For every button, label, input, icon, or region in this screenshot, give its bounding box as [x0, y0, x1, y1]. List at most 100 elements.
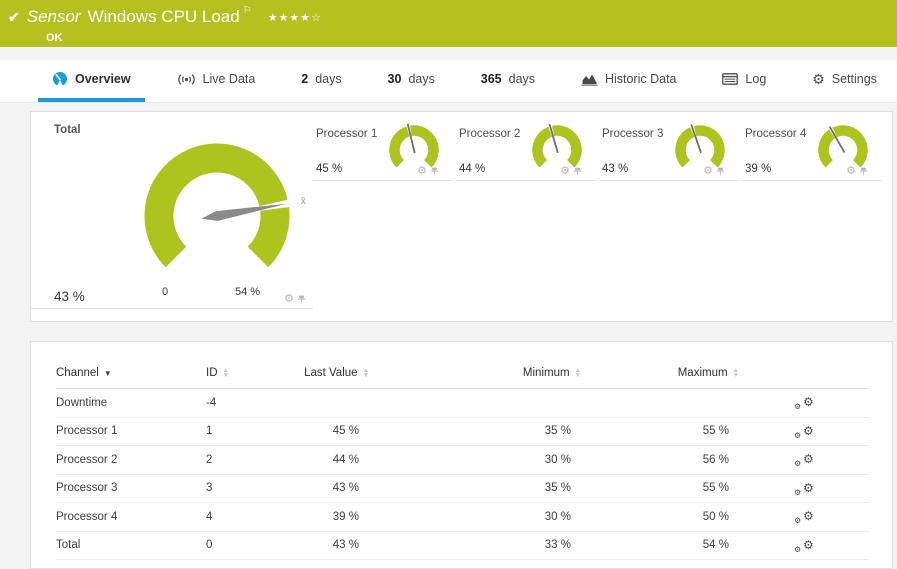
- svg-text:x̄: x̄: [301, 196, 306, 207]
- star-empty[interactable]: ☆: [311, 12, 322, 24]
- live-data-icon: [177, 73, 195, 85]
- cell-maximum: [581, 388, 739, 418]
- cell-channel: Processor 2: [56, 445, 206, 475]
- col-label: Last Value: [304, 367, 358, 379]
- cell-id: 0: [206, 531, 294, 560]
- sort-desc-icon[interactable]: ▼: [104, 369, 112, 378]
- tab-number: 365: [480, 72, 502, 86]
- tab-label: Overview: [75, 72, 131, 86]
- gauge-settings-icon[interactable]: ⚙: [846, 166, 856, 177]
- tab-overview[interactable]: Overview: [38, 60, 145, 102]
- cell-channel: Total: [56, 531, 206, 560]
- cell-channel: Processor 3: [56, 474, 206, 503]
- cell-minimum: 35 %: [369, 474, 581, 503]
- pin-icon[interactable]: [430, 167, 439, 177]
- cell-last-value: [294, 388, 369, 418]
- gauge-settings-icon[interactable]: ⚙: [417, 166, 427, 177]
- col-label: ID: [206, 367, 218, 379]
- col-label: Minimum: [522, 367, 570, 379]
- gauges-panel: Total x̄ 0 54 % 43 % ⚙ Processor 1 45 % …: [30, 111, 893, 322]
- tab-label: days: [408, 72, 435, 86]
- channel-settings-icon[interactable]: ⚙ ⚙: [789, 482, 814, 497]
- gauge-cell-processor-3: Processor 3 43 % ⚙: [599, 118, 739, 181]
- cell-maximum: 54 %: [581, 531, 739, 560]
- mini-gauges-row: Processor 1 45 % ⚙ Processor 2 44 % ⚙ Pr…: [313, 118, 885, 181]
- tab-label: Settings: [831, 72, 877, 86]
- col-header-last-value[interactable]: Last Value ▲ ▼: [294, 362, 369, 389]
- table-header-row: Channel ▼ ID ▲ ▼ Last Value ▲ ▼ Minimum ▲ ▼ Max…: [56, 362, 869, 389]
- cell-last-value: 45 %: [294, 417, 369, 446]
- cell-maximum: 56 %: [581, 445, 739, 475]
- gauge-title: Total: [54, 124, 81, 136]
- tab-live-data[interactable]: Live Data: [163, 60, 270, 102]
- gauge-settings-icon[interactable]: ⚙: [560, 166, 570, 177]
- tab-2-days[interactable]: 2 days: [287, 60, 355, 102]
- gauge-title: Processor 1: [316, 128, 378, 140]
- cell-maximum: 50 %: [581, 502, 739, 532]
- channels-table: Channel ▼ ID ▲ ▼ Last Value ▲ ▼ Minimum ▲ ▼ Max…: [56, 362, 869, 560]
- cell-last-value: 43 %: [294, 474, 369, 503]
- cell-minimum: 30 %: [369, 445, 581, 475]
- table-row-downtime: Downtime -4 ⚙ ⚙: [56, 388, 869, 418]
- pin-icon[interactable]: [573, 167, 582, 177]
- pin-icon[interactable]: [716, 167, 725, 177]
- gauge-value: 39 %: [745, 163, 772, 175]
- channel-settings-icon[interactable]: ⚙ ⚙: [789, 510, 814, 525]
- col-header-id[interactable]: ID ▲ ▼: [206, 362, 294, 389]
- priority-stars[interactable]: ★★★★☆: [268, 11, 322, 24]
- tab-label: Historic Data: [604, 72, 677, 86]
- gauge-cell-processor-4: Processor 4 39 % ⚙: [742, 118, 882, 181]
- col-header-channel[interactable]: Channel ▼: [56, 362, 206, 389]
- gauge-settings-icon[interactable]: ⚙: [284, 294, 294, 305]
- channel-settings-icon[interactable]: ⚙ ⚙: [789, 539, 814, 554]
- sensor-header: ✔ Sensor Windows CPU Load ⚐ ★★★★☆ OK: [0, 0, 897, 47]
- gauge-value: 43 %: [602, 163, 629, 175]
- cell-minimum: 35 %: [369, 417, 581, 446]
- cell-minimum: 33 %: [369, 531, 581, 560]
- status-ok-check-icon: ✔: [8, 8, 20, 25]
- gauge-settings-icon[interactable]: ⚙: [703, 166, 713, 177]
- cell-id: 3: [206, 474, 294, 503]
- table-row-processor-1: Processor 1 1 45 % 35 % 55 % ⚙ ⚙: [56, 417, 869, 446]
- sort-icon[interactable]: ▲ ▼: [733, 367, 739, 379]
- table-row-processor-3: Processor 3 3 43 % 35 % 55 % ⚙ ⚙: [56, 474, 869, 503]
- cell-minimum: 30 %: [369, 502, 581, 532]
- gauge-icon: [53, 72, 67, 87]
- pin-icon[interactable]: [297, 295, 306, 305]
- tab-label: days: [315, 72, 342, 86]
- gauge-scale-min: 0: [162, 286, 169, 298]
- area-chart-icon: [581, 74, 598, 86]
- tab-30-days[interactable]: 30 days: [374, 60, 449, 102]
- table-row-processor-4: Processor 4 4 39 % 30 % 50 % ⚙ ⚙: [56, 502, 869, 532]
- priority-flag-icon[interactable]: ⚐: [243, 5, 252, 16]
- tab-number: 2: [301, 72, 309, 86]
- col-header-minimum[interactable]: Minimum ▲ ▼: [369, 362, 581, 389]
- tab-settings[interactable]: ⚙ Settings: [798, 60, 891, 102]
- gauge-cell-processor-2: Processor 2 44 % ⚙: [456, 118, 596, 181]
- total-gauge: x̄: [144, 143, 306, 268]
- gauge-cell-total: Total x̄ 0 54 % 43 % ⚙: [31, 112, 313, 309]
- sensor-title: Windows CPU Load: [87, 7, 240, 26]
- col-header-maximum[interactable]: Maximum ▲ ▼: [581, 362, 739, 389]
- gauge-title: Processor 3: [602, 128, 664, 140]
- channel-settings-icon[interactable]: ⚙ ⚙: [789, 453, 814, 468]
- tab-number: 30: [387, 72, 402, 86]
- tab-log[interactable]: Log: [708, 60, 780, 102]
- pin-icon[interactable]: [859, 167, 868, 177]
- stars-filled[interactable]: ★★★★: [268, 12, 311, 24]
- tab-label: Live Data: [202, 72, 256, 86]
- channel-settings-icon[interactable]: ⚙ ⚙: [789, 425, 814, 440]
- log-list-icon: [722, 73, 739, 85]
- cell-channel: Downtime: [56, 388, 206, 418]
- cell-last-value: 44 %: [294, 445, 369, 475]
- table-row-total: Total 0 43 % 33 % 54 % ⚙ ⚙: [56, 531, 869, 560]
- sort-icon[interactable]: ▲ ▼: [363, 367, 369, 379]
- sort-icon[interactable]: ▲ ▼: [575, 367, 581, 379]
- sort-icon[interactable]: ▲ ▼: [223, 367, 229, 379]
- tab-historic-data[interactable]: Historic Data: [567, 60, 691, 102]
- tab-bar: Overview Live Data 2 days 30 days 365 da…: [0, 60, 897, 103]
- tab-365-days[interactable]: 365 days: [467, 60, 549, 102]
- gauge-value: 45 %: [316, 163, 343, 175]
- channel-settings-icon[interactable]: ⚙ ⚙: [789, 396, 814, 411]
- table-row-processor-2: Processor 2 2 44 % 30 % 56 % ⚙ ⚙: [56, 445, 869, 475]
